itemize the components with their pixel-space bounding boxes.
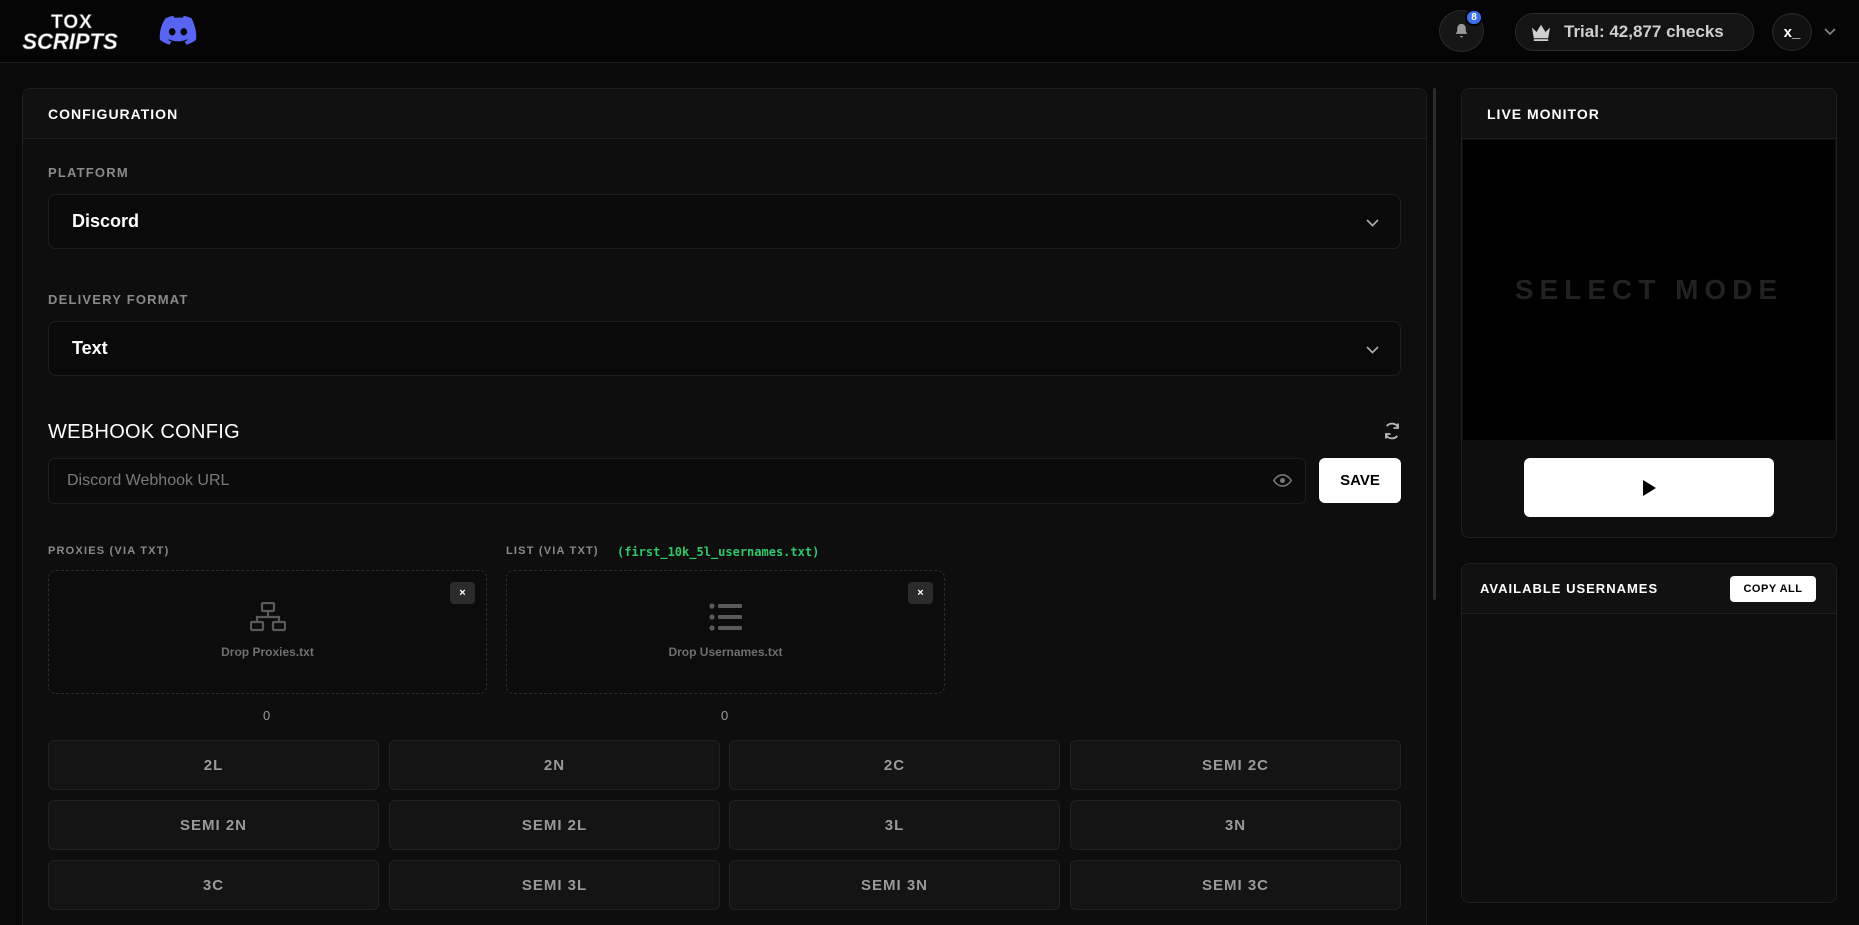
trial-label: Trial: 42,877 checks [1564, 22, 1724, 41]
mode-button-semi-2n[interactable]: SEMI 2N [48, 800, 379, 850]
live-monitor-title: LIVE MONITOR [1462, 89, 1836, 139]
configuration-panel: CONFIGURATION PLATFORM Discord DELIVERY … [22, 88, 1427, 925]
bell-icon [1455, 23, 1468, 38]
mode-button-3c[interactable]: 3C [48, 860, 379, 910]
copy-all-button[interactable]: COPY ALL [1730, 576, 1816, 602]
svg-text:SCRIPTS: SCRIPTS [22, 29, 118, 54]
mode-button-semi-3n[interactable]: SEMI 3N [729, 860, 1060, 910]
configuration-title: CONFIGURATION [23, 89, 1426, 139]
chevron-down-icon[interactable] [1823, 24, 1837, 38]
user-avatar[interactable]: x_ [1772, 13, 1812, 51]
list-filename: (first_10k_5l_usernames.txt) [617, 545, 820, 559]
platform-label: PLATFORM [48, 165, 129, 180]
proxies-dropzone[interactable]: Drop Proxies.txt × [48, 570, 487, 694]
mode-button-3l[interactable]: 3L [729, 800, 1060, 850]
play-icon [1643, 479, 1656, 496]
trial-status-pill[interactable]: Trial: 42,877 checks [1515, 13, 1754, 51]
start-button[interactable] [1524, 458, 1774, 517]
list-label: LIST (VIA TXT) [506, 545, 599, 557]
monitor-screen: SELECT MODE [1463, 140, 1835, 440]
clear-proxies-button[interactable]: × [450, 582, 475, 604]
live-monitor-panel: LIVE MONITOR SELECT MODE [1461, 88, 1837, 538]
delivery-format-value: Text [72, 338, 108, 358]
mode-button-2c[interactable]: 2C [729, 740, 1060, 790]
select-mode-text: SELECT MODE [1514, 274, 1784, 305]
tox-scripts-logo[interactable]: TOX SCRIPTS [14, 8, 130, 54]
mode-button-3n[interactable]: 3N [1070, 800, 1401, 850]
platform-select[interactable]: Discord [48, 194, 1401, 249]
refresh-icon[interactable] [1383, 422, 1401, 440]
list-icon [709, 603, 742, 631]
mode-button-semi-2c[interactable]: SEMI 2C [1070, 740, 1401, 790]
proxies-count: 0 [263, 708, 271, 723]
top-nav: TOX SCRIPTS 8 Trial: 42,877 checks x_ [0, 0, 1859, 63]
eye-icon[interactable] [1273, 472, 1292, 489]
network-icon [250, 602, 286, 632]
proxies-label: PROXIES (VIA TXT) [48, 545, 170, 557]
webhook-config-title: WEBHOOK CONFIG [48, 421, 240, 443]
panel-scrollbar[interactable] [1433, 88, 1436, 600]
platform-value: Discord [72, 211, 140, 231]
usernames-drop-label: Drop Usernames.txt [668, 645, 783, 659]
proxies-drop-label: Drop Proxies.txt [221, 645, 314, 659]
chevron-down-icon [1366, 219, 1379, 227]
mode-button-2n[interactable]: 2N [389, 740, 720, 790]
available-usernames-panel: AVAILABLE USERNAMES COPY ALL [1461, 563, 1837, 903]
mode-button-semi-2l[interactable]: SEMI 2L [389, 800, 720, 850]
usernames-dropzone[interactable]: Drop Usernames.txt × [506, 570, 945, 694]
usernames-count: 0 [721, 708, 729, 723]
save-button[interactable]: SAVE [1319, 458, 1401, 503]
mode-button-2l[interactable]: 2L [48, 740, 379, 790]
chevron-down-icon [1366, 346, 1379, 354]
clear-usernames-button[interactable]: × [908, 582, 933, 604]
mode-button-semi-3l[interactable]: SEMI 3L [389, 860, 720, 910]
mode-button-semi-3c[interactable]: SEMI 3C [1070, 860, 1401, 910]
discord-icon[interactable] [158, 15, 198, 45]
crown-icon [1532, 24, 1550, 41]
notification-badge: 8 [1465, 9, 1483, 26]
delivery-format-label: DELIVERY FORMAT [48, 292, 189, 307]
delivery-format-select[interactable]: Text [48, 321, 1401, 376]
webhook-url-input[interactable] [48, 458, 1306, 504]
